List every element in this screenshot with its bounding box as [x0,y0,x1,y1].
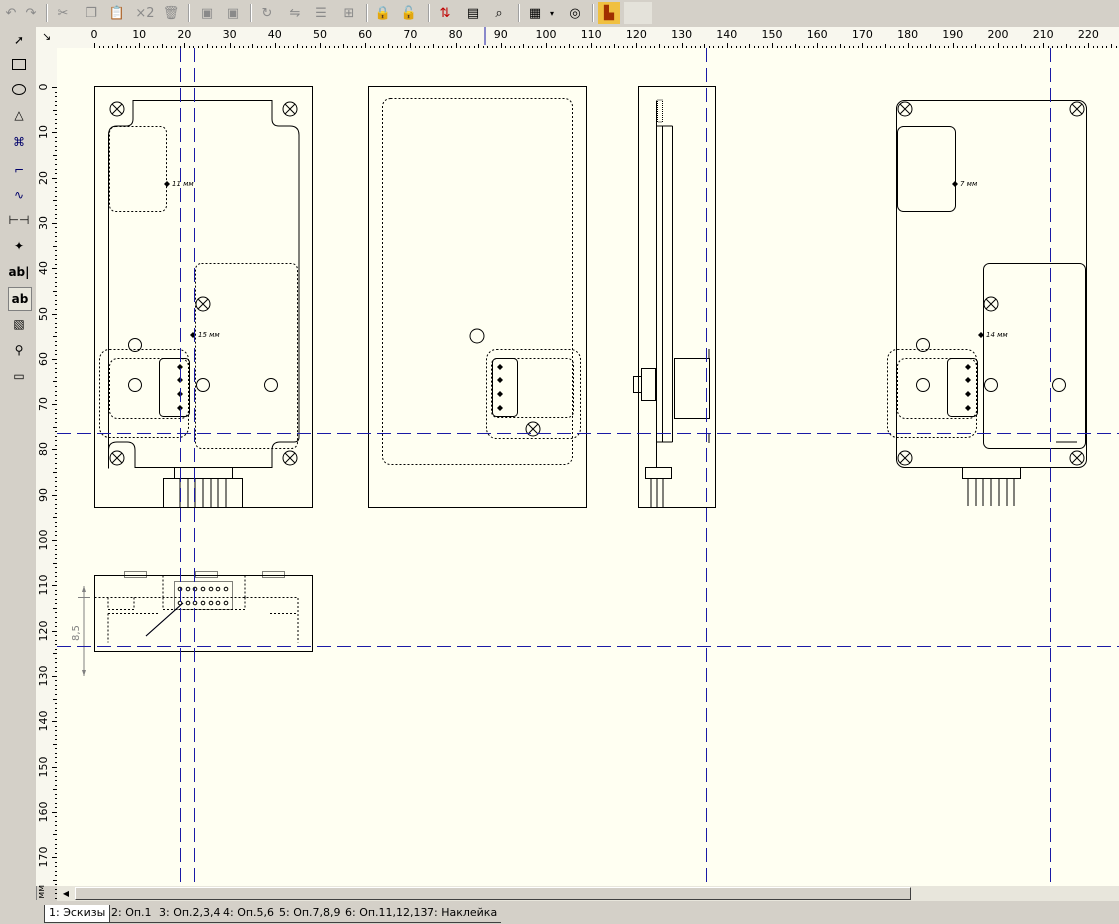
paste-icon[interactable]: 📋 [106,2,128,24]
bezier-tool-icon[interactable]: ⌘ [8,131,30,153]
zoom-tool-icon[interactable]: ⚲ [8,339,30,361]
grid-dropdown-icon[interactable]: ▾ [546,2,558,24]
text-tool-icon[interactable]: ab| [8,261,30,283]
front-view-drawing [94,86,313,508]
tab-op56[interactable]: 4: Оп.5,6 [219,905,279,923]
ruler-h-tick: 190 [942,28,964,41]
ruler-h-tick: 80 [448,28,463,41]
ruler-h-tick: 180 [897,28,919,41]
polygon-tool-icon[interactable]: △ [8,104,30,126]
textbox-tool-icon[interactable]: ab [8,287,32,311]
ruler-h-tick: 50 [313,28,327,41]
tab-op1[interactable]: 2: Оп.1 [107,905,156,923]
properties-icon[interactable]: ▤ [462,2,484,24]
dimension-tool-icon[interactable]: ⊢⊣ [8,209,30,231]
ruler-corner-icon: ↘ [42,30,51,43]
bring-front-icon[interactable]: ▣ [196,2,218,24]
ruler-h-tick: 100 [535,28,557,41]
ruler-h-tick: 130 [671,28,693,41]
alt-front-view-drawing [887,100,1087,506]
rectangle-tool-icon[interactable] [8,53,30,75]
delete-icon[interactable]: 🗑 [160,2,182,24]
ruler-h-tick: 210 [1032,28,1054,41]
curve-tool-icon[interactable]: ∿ [8,184,30,206]
grid-icon[interactable]: ▦ [524,2,546,24]
zoom-icon[interactable]: ◎ [564,2,586,24]
ruler-h-tick: 110 [580,28,602,41]
back-view-drawing [368,86,587,508]
top-view-drawing [78,571,313,676]
undo-icon[interactable]: ↶ [0,2,22,24]
tab-op789[interactable]: 5: Оп.7,8,9 [275,905,345,923]
copy-icon[interactable]: ❐ [80,2,102,24]
label-15mm: 15 мм [198,331,220,339]
ruler-h-tick: 10 [132,28,147,41]
ruler-h-tick: 120 [625,28,647,41]
ruler-h-tick: 30 [222,28,237,41]
find-icon[interactable]: ⌕ [488,2,510,24]
duplicate-icon[interactable]: ×2 [132,2,158,24]
layers-icon[interactable]: ▙ [598,2,620,24]
ruler-h-tick: 20 [177,28,192,41]
unlock-icon[interactable]: 🔓 [398,2,420,24]
scrollbar-thumb[interactable] [75,887,911,900]
ruler-unit-label: мм [37,885,47,899]
ruler-h-tick: 200 [987,28,1009,41]
ruler-h-tick: 170 [851,28,873,41]
ruler-h-tick: 60 [358,28,373,41]
horizontal-ruler: ↘ 0 10 20 30 40 50 60 70 80 90 100 110 120 130 140 150 1… [36,27,1119,49]
lock-icon[interactable]: 🔒 [372,2,394,24]
group-icon[interactable]: ⊞ [338,2,360,24]
image-tool-icon[interactable]: ▧ [8,313,30,335]
drawing-canvas[interactable]: 11 мм 15 мм 7 мм 14 мм 8,5 [57,48,1119,886]
cut-icon[interactable]: ✂ [52,2,74,24]
ruler-h-tick: 40 [267,28,282,41]
ruler-h-tick: 0 [90,28,98,41]
redo-icon[interactable]: ↷ [20,2,42,24]
ruler-h-tick: 140 [716,28,738,41]
tab-sticker[interactable]: 7: Наклейка [423,905,502,923]
rotate-icon[interactable]: ↻ [256,2,278,24]
label-7mm: 7 мм [960,180,978,188]
ruler-h-tick: 70 [403,28,418,41]
ellipse-tool-icon[interactable] [8,78,30,100]
horizontal-scrollbar[interactable]: ◀ [57,886,1119,901]
main-toolbar: ↶ ↷ ✂ ❐ 📋 ×2 🗑 ▣ ▣ ↻ ⇋ ☰ ⊞ 🔒 🔓 ⇅ ▤ ⌕ ▦ ▾… [0,0,1119,28]
dimension-label: 8,5 [71,625,82,641]
align-icon[interactable]: ☰ [310,2,332,24]
numbering-icon[interactable]: ⇅ [434,2,456,24]
label-11mm: 11 мм [172,180,194,188]
polyline-tool-icon[interactable]: ⌐ [8,159,30,181]
tab-sketches[interactable]: 1: Эскизы [44,905,111,923]
ruler-h-tick: 90 [493,28,508,41]
measure-tool-icon[interactable]: ▭ [8,365,30,387]
ruler-h-tick: 150 [761,28,783,41]
point-tool-icon[interactable]: ✦ [8,235,30,257]
label-14mm: 14 мм [986,331,1008,339]
ruler-h-tick: 220 [1077,28,1099,41]
tab-op234[interactable]: 3: Оп.2,3,4 [155,905,225,923]
page-tabs: 1: Эскизы 2: Оп.1 3: Оп.2,3,4 4: Оп.5,6 … [36,901,1119,924]
select-tool-icon[interactable]: ➚ [8,29,30,51]
ruler-h-tick: 160 [806,28,828,41]
vertical-ruler: 0 10 20 30 40 50 60 70 80 90 100 110 120 130 140 150 160… [36,48,58,899]
tab-op111213[interactable]: 6: Оп.11,12,13 [341,905,432,923]
side-view-drawing [633,86,716,508]
flip-icon[interactable]: ⇋ [284,2,306,24]
scroll-left-icon[interactable]: ◀ [59,887,73,900]
send-back-icon[interactable]: ▣ [222,2,244,24]
